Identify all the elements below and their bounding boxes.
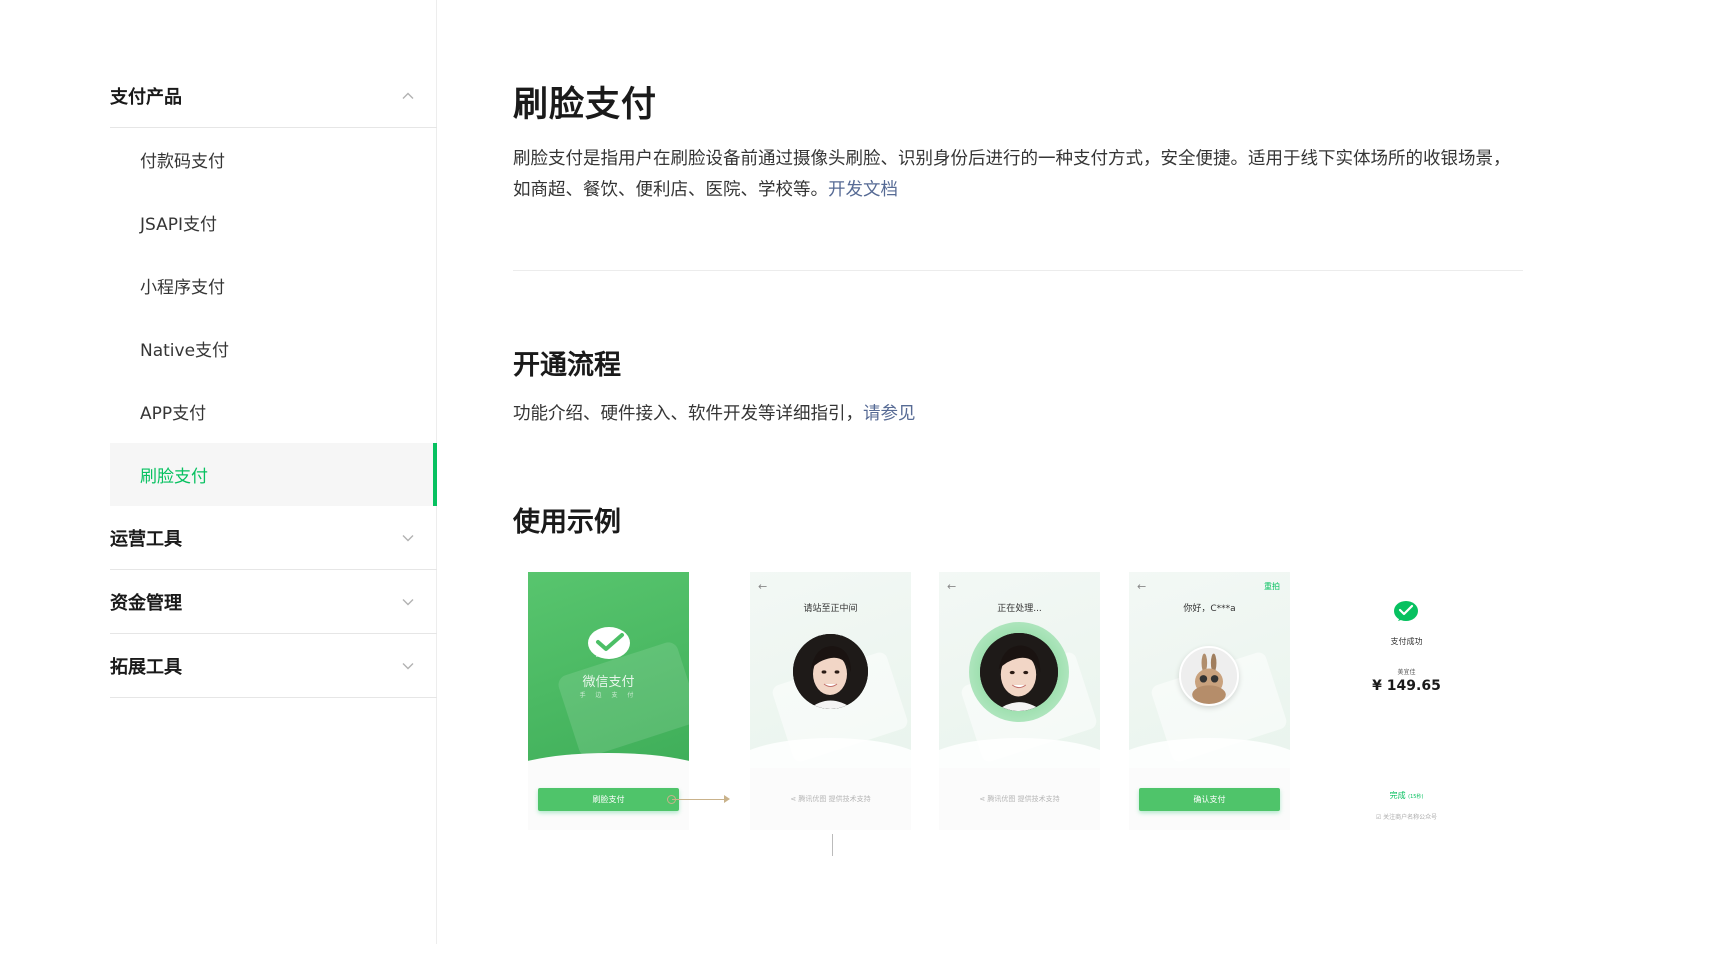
screen-splash: 微信支付 手 边 支 付 刷脸支付 <box>528 572 689 830</box>
sidebar-item-label: JSAPI支付 <box>140 215 218 235</box>
splash-subtitle: 手 边 支 付 <box>579 692 638 699</box>
tech-support-note: ⋖ 腾讯优图 提供技术支持 <box>979 795 1060 803</box>
screen-top: ← 请站至正中间 <box>750 572 911 768</box>
chevron-down-icon <box>402 662 414 669</box>
screen-top: ← 正在处理... <box>939 572 1100 768</box>
description-text: 刷脸支付是指用户在刷脸设备前通过摄像头刷脸、识别身份后进行的一种支付方式，安全便… <box>513 149 1511 200</box>
done-label: 完成 <box>1389 791 1406 800</box>
face-pay-button[interactable]: 刷脸支付 <box>538 788 679 811</box>
countdown: (15秒) <box>1408 794 1424 800</box>
merchant-name: 美宜佳 <box>1397 669 1416 676</box>
face-image <box>980 633 1058 711</box>
page-title: 刷脸支付 <box>513 85 658 125</box>
tech-support-text: 腾讯优图 提供技术支持 <box>987 795 1060 803</box>
follow-merchant-checkbox[interactable]: ☑ 关注商户名称公众号 <box>1326 812 1487 821</box>
sidebar-group-extension-tools[interactable]: 拓展工具 <box>110 634 437 698</box>
sidebar-group-fund-management[interactable]: 资金管理 <box>110 570 437 634</box>
example-screens: 微信支付 手 边 支 付 刷脸支付 ← 请站至正中间 ⋖ 腾讯优图 提供技术支持… <box>528 572 1441 862</box>
back-arrow-icon[interactable]: ← <box>1137 580 1146 593</box>
confirm-pay-button[interactable]: 确认支付 <box>1139 788 1280 811</box>
splash-title: 微信支付 <box>582 675 635 690</box>
screen-processing: ← 正在处理... ⋖ 腾讯优图 提供技术支持 <box>939 572 1100 830</box>
tech-support-note: ⋖ 腾讯优图 提供技术支持 <box>790 795 871 803</box>
wechat-pay-logo-icon <box>588 627 630 659</box>
sidebar-nav: 支付产品 付款码支付 JSAPI支付 小程序支付 Native支付 APP支付 … <box>110 64 437 698</box>
sidebar-item-mini-program[interactable]: 小程序支付 <box>110 254 437 317</box>
chevron-up-icon <box>402 92 414 99</box>
tech-support-text: 腾讯优图 提供技术支持 <box>798 795 871 803</box>
screen-title: 你好，C***a <box>1183 604 1236 614</box>
done-button[interactable]: 完成 (15秒) <box>1326 790 1487 801</box>
sidebar-group-title: 拓展工具 <box>110 656 182 678</box>
sidebar-item-app[interactable]: APP支付 <box>110 380 437 443</box>
sidebar-item-label: Native支付 <box>140 341 230 361</box>
sidebar-group-title: 资金管理 <box>110 592 182 614</box>
back-arrow-icon[interactable]: ← <box>758 580 767 593</box>
screen-confirm: ← 重拍 你好，C***a 确认支付 <box>1129 572 1290 830</box>
sidebar-item-label: 小程序支付 <box>140 278 225 298</box>
screen-top: ← 重拍 你好，C***a <box>1129 572 1290 768</box>
screen-align-face: ← 请站至正中间 ⋖ 腾讯优图 提供技术支持 <box>750 572 911 830</box>
flow-text: 功能介绍、硬件接入、软件开发等详细指引， <box>513 404 863 424</box>
dev-docs-link[interactable]: 开发文档 <box>828 180 898 200</box>
flow-arrow-line <box>672 799 726 800</box>
screen-title: 正在处理... <box>997 604 1042 614</box>
arrow-right-icon <box>724 795 730 803</box>
sidebar-item-label: 刷脸支付 <box>140 467 208 487</box>
face-photo <box>980 633 1058 711</box>
face-photo <box>793 634 868 709</box>
curve-decoration <box>528 753 689 768</box>
sidebar-group-operation-tools[interactable]: 运营工具 <box>110 506 437 570</box>
rabbit-avatar-icon <box>1181 648 1237 704</box>
payment-status: 支付成功 <box>1390 637 1423 646</box>
page-description: 刷脸支付是指用户在刷脸设备前通过摄像头刷脸、识别身份后进行的一种支付方式，安全便… <box>513 144 1523 206</box>
sidebar-item-label: APP支付 <box>140 404 207 424</box>
screen-success: 支付成功 美宜佳 ¥ 149.65 完成 (15秒) ☑ 关注商户名称公众号 <box>1326 572 1487 830</box>
sidebar-group-payment-products[interactable]: 支付产品 <box>110 64 437 128</box>
chevron-down-icon <box>402 534 414 541</box>
sidebar-group-title: 运营工具 <box>110 528 182 550</box>
section-title-example: 使用示例 <box>513 507 621 538</box>
see-more-link[interactable]: 请参见 <box>863 404 916 424</box>
face-image <box>793 634 868 709</box>
wechat-pay-success-icon <box>1394 601 1418 621</box>
follow-label: 关注商户名称公众号 <box>1383 814 1438 821</box>
sidebar-item-jsapi[interactable]: JSAPI支付 <box>110 191 437 254</box>
vertical-divider <box>832 834 833 856</box>
sidebar-item-native[interactable]: Native支付 <box>110 317 437 380</box>
back-arrow-icon[interactable]: ← <box>947 580 956 593</box>
section-title-flow: 开通流程 <box>513 350 621 381</box>
sidebar-item-label: 付款码支付 <box>140 152 225 172</box>
section-divider <box>513 270 1523 271</box>
user-avatar <box>1179 646 1239 706</box>
screen-title: 请站至正中间 <box>803 604 858 614</box>
sidebar-sublist: 付款码支付 JSAPI支付 小程序支付 Native支付 APP支付 刷脸支付 <box>110 128 437 506</box>
flow-description: 功能介绍、硬件接入、软件开发等详细指引，请参见 <box>513 400 916 425</box>
sidebar-group-title: 支付产品 <box>110 86 182 108</box>
sidebar: 支付产品 付款码支付 JSAPI支付 小程序支付 Native支付 APP支付 … <box>0 0 437 944</box>
retake-link[interactable]: 重拍 <box>1264 581 1280 592</box>
payment-amount: ¥ 149.65 <box>1372 678 1441 694</box>
sidebar-item-face-pay[interactable]: 刷脸支付 <box>110 443 437 506</box>
splash-top: 微信支付 手 边 支 付 <box>528 572 689 768</box>
sidebar-item-payment-code[interactable]: 付款码支付 <box>110 128 437 191</box>
chevron-down-icon <box>402 598 414 605</box>
